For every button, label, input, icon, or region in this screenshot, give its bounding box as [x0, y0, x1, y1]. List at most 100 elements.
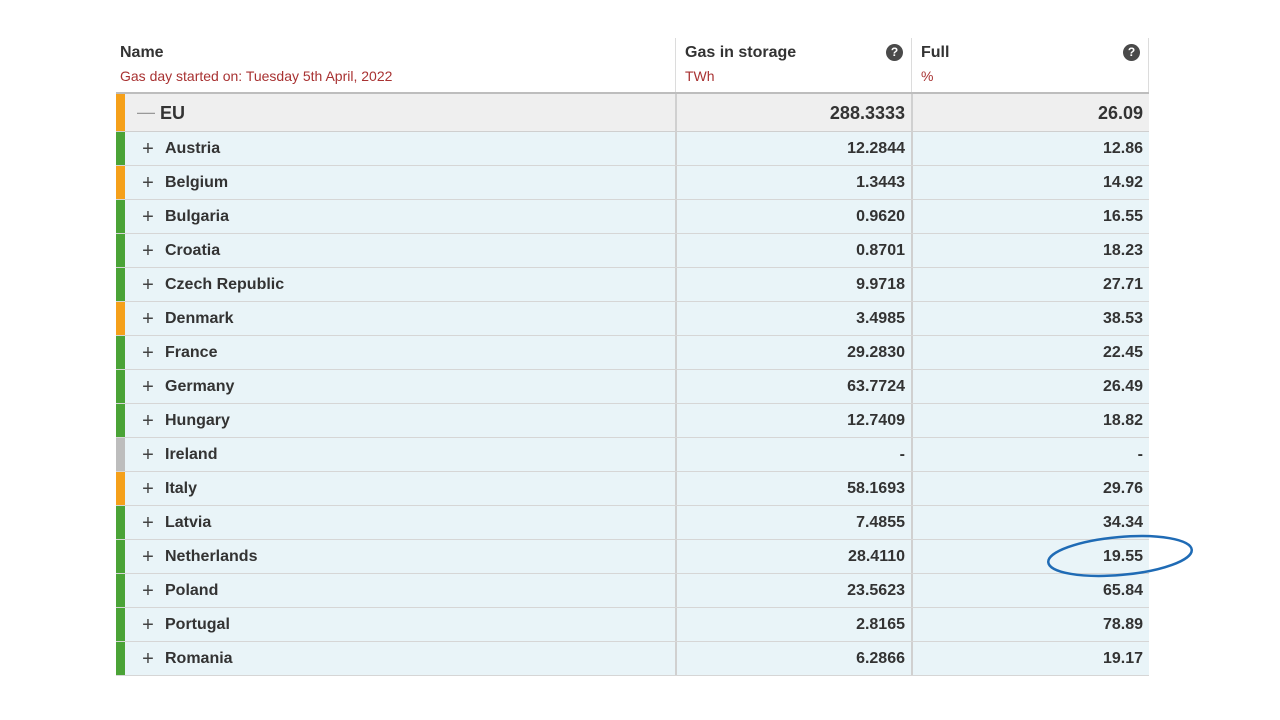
- country-name: Czech Republic: [165, 276, 285, 293]
- table-row[interactable]: + Romania 6.2866 19.17: [116, 642, 1149, 676]
- expand-icon[interactable]: +: [139, 404, 157, 437]
- name-cell: + Germany: [125, 370, 675, 403]
- table-row[interactable]: + Bulgaria 0.9620 16.55: [116, 200, 1149, 234]
- full-cell: 27.71: [911, 268, 1149, 301]
- status-bar: [116, 370, 125, 403]
- gas-in-storage-value: 1.3443: [856, 174, 905, 191]
- full-percent-value: 18.23: [1102, 242, 1143, 259]
- column-unit-percent: %: [921, 68, 934, 84]
- full-percent-value: 26.49: [1102, 378, 1143, 395]
- table-row[interactable]: + Germany 63.7724 26.49: [116, 370, 1149, 404]
- table-row[interactable]: + Latvia 7.4855 34.34: [116, 506, 1149, 540]
- gas-in-storage-value: -: [899, 446, 905, 463]
- expand-icon[interactable]: +: [139, 302, 157, 335]
- table-row[interactable]: + Denmark 3.4985 38.53: [116, 302, 1149, 336]
- full-percent-value: 18.82: [1102, 412, 1143, 429]
- name-cell: + Ireland: [125, 438, 675, 471]
- country-name: Bulgaria: [165, 208, 230, 225]
- gas-in-storage-value: 3.4985: [856, 310, 905, 327]
- country-name: Belgium: [165, 174, 229, 191]
- column-header-gas-in-storage[interactable]: Gas in storage TWh ?: [675, 38, 911, 92]
- full-cell: 19.17: [911, 642, 1149, 675]
- full-cell: 19.55: [911, 540, 1149, 573]
- name-cell: + Hungary: [125, 404, 675, 437]
- gas-storage-table: Name Gas day started on: Tuesday 5th Apr…: [116, 38, 1149, 676]
- status-bar: [116, 506, 125, 539]
- full-percent-value: 19.17: [1102, 650, 1143, 667]
- country-name: Latvia: [165, 514, 212, 531]
- help-icon[interactable]: ?: [1123, 44, 1140, 61]
- table-row[interactable]: + Czech Republic 9.9718 27.71: [116, 268, 1149, 302]
- table-row[interactable]: + Italy 58.1693 29.76: [116, 472, 1149, 506]
- gas-in-storage-value: 12.7409: [847, 412, 905, 429]
- gas-in-storage-cell: 288.3333: [675, 94, 911, 131]
- expand-icon[interactable]: +: [139, 132, 157, 165]
- status-bar: [116, 132, 125, 165]
- expand-icon[interactable]: +: [139, 438, 157, 471]
- full-cell: 14.92: [911, 166, 1149, 199]
- country-name: Hungary: [165, 412, 230, 429]
- expand-icon[interactable]: +: [139, 166, 157, 199]
- table-row[interactable]: + Austria 12.2844 12.86: [116, 132, 1149, 166]
- gas-in-storage-value: 9.9718: [856, 276, 905, 293]
- full-cell: 16.55: [911, 200, 1149, 233]
- gas-in-storage-cell: 3.4985: [675, 302, 911, 335]
- gas-in-storage-value: 58.1693: [847, 480, 905, 497]
- table-row[interactable]: + Ireland - -: [116, 438, 1149, 472]
- expand-icon[interactable]: +: [139, 268, 157, 301]
- gas-in-storage-value: 7.4855: [856, 514, 905, 531]
- expand-icon[interactable]: +: [139, 540, 157, 573]
- table-row[interactable]: + Portugal 2.8165 78.89: [116, 608, 1149, 642]
- country-name: Italy: [165, 480, 198, 497]
- expand-icon[interactable]: +: [139, 608, 157, 641]
- status-bar: [116, 94, 125, 131]
- table-row[interactable]: + Netherlands 28.4110 19.55: [116, 540, 1149, 574]
- country-name: Austria: [165, 140, 221, 157]
- table-row[interactable]: + Belgium 1.3443 14.92: [116, 166, 1149, 200]
- table-row[interactable]: + France 29.2830 22.45: [116, 336, 1149, 370]
- expand-icon[interactable]: +: [139, 234, 157, 267]
- table-row[interactable]: + Poland 23.5623 65.84: [116, 574, 1149, 608]
- column-header-name[interactable]: Name Gas day started on: Tuesday 5th Apr…: [116, 38, 675, 92]
- expand-icon[interactable]: +: [139, 574, 157, 607]
- full-percent-value: 16.55: [1102, 208, 1143, 225]
- name-cell: + Latvia: [125, 506, 675, 539]
- help-icon[interactable]: ?: [886, 44, 903, 61]
- gas-day-label: Gas day started on: Tuesday 5th April, 2…: [120, 68, 393, 84]
- country-name: Netherlands: [165, 548, 258, 565]
- name-cell: + Croatia: [125, 234, 675, 267]
- full-cell: 22.45: [911, 336, 1149, 369]
- expand-icon[interactable]: +: [139, 336, 157, 369]
- collapse-icon[interactable]: —: [137, 94, 155, 131]
- table-row-eu[interactable]: — EU 288.3333 26.09: [116, 94, 1149, 132]
- gas-in-storage-cell: 12.7409: [675, 404, 911, 437]
- gas-in-storage-cell: 7.4855: [675, 506, 911, 539]
- gas-in-storage-cell: 0.9620: [675, 200, 911, 233]
- country-name: Denmark: [165, 310, 234, 327]
- table-row[interactable]: + Croatia 0.8701 18.23: [116, 234, 1149, 268]
- status-bar: [116, 234, 125, 267]
- expand-icon[interactable]: +: [139, 200, 157, 233]
- name-cell: + France: [125, 336, 675, 369]
- column-header-full[interactable]: Full % ?: [911, 38, 1149, 92]
- gas-in-storage-cell: 12.2844: [675, 132, 911, 165]
- expand-icon[interactable]: +: [139, 506, 157, 539]
- gas-in-storage-cell: 0.8701: [675, 234, 911, 267]
- expand-icon[interactable]: +: [139, 370, 157, 403]
- expand-icon[interactable]: +: [139, 472, 157, 505]
- full-cell: 26.49: [911, 370, 1149, 403]
- country-name: Romania: [165, 650, 233, 667]
- status-bar: [116, 404, 125, 437]
- table-row[interactable]: + Hungary 12.7409 18.82: [116, 404, 1149, 438]
- gas-in-storage-value: 12.2844: [847, 140, 905, 157]
- column-title-full: Full: [921, 44, 950, 61]
- gas-in-storage-value: 23.5623: [847, 582, 905, 599]
- expand-icon[interactable]: +: [139, 642, 157, 675]
- full-percent-value: 27.71: [1102, 276, 1143, 293]
- country-name: France: [165, 344, 218, 361]
- full-percent-value: 19.55: [1102, 548, 1143, 565]
- column-unit-twh: TWh: [685, 68, 715, 84]
- gas-in-storage-value: 2.8165: [856, 616, 905, 633]
- column-title-gas-in-storage: Gas in storage: [685, 44, 797, 61]
- name-cell: + Italy: [125, 472, 675, 505]
